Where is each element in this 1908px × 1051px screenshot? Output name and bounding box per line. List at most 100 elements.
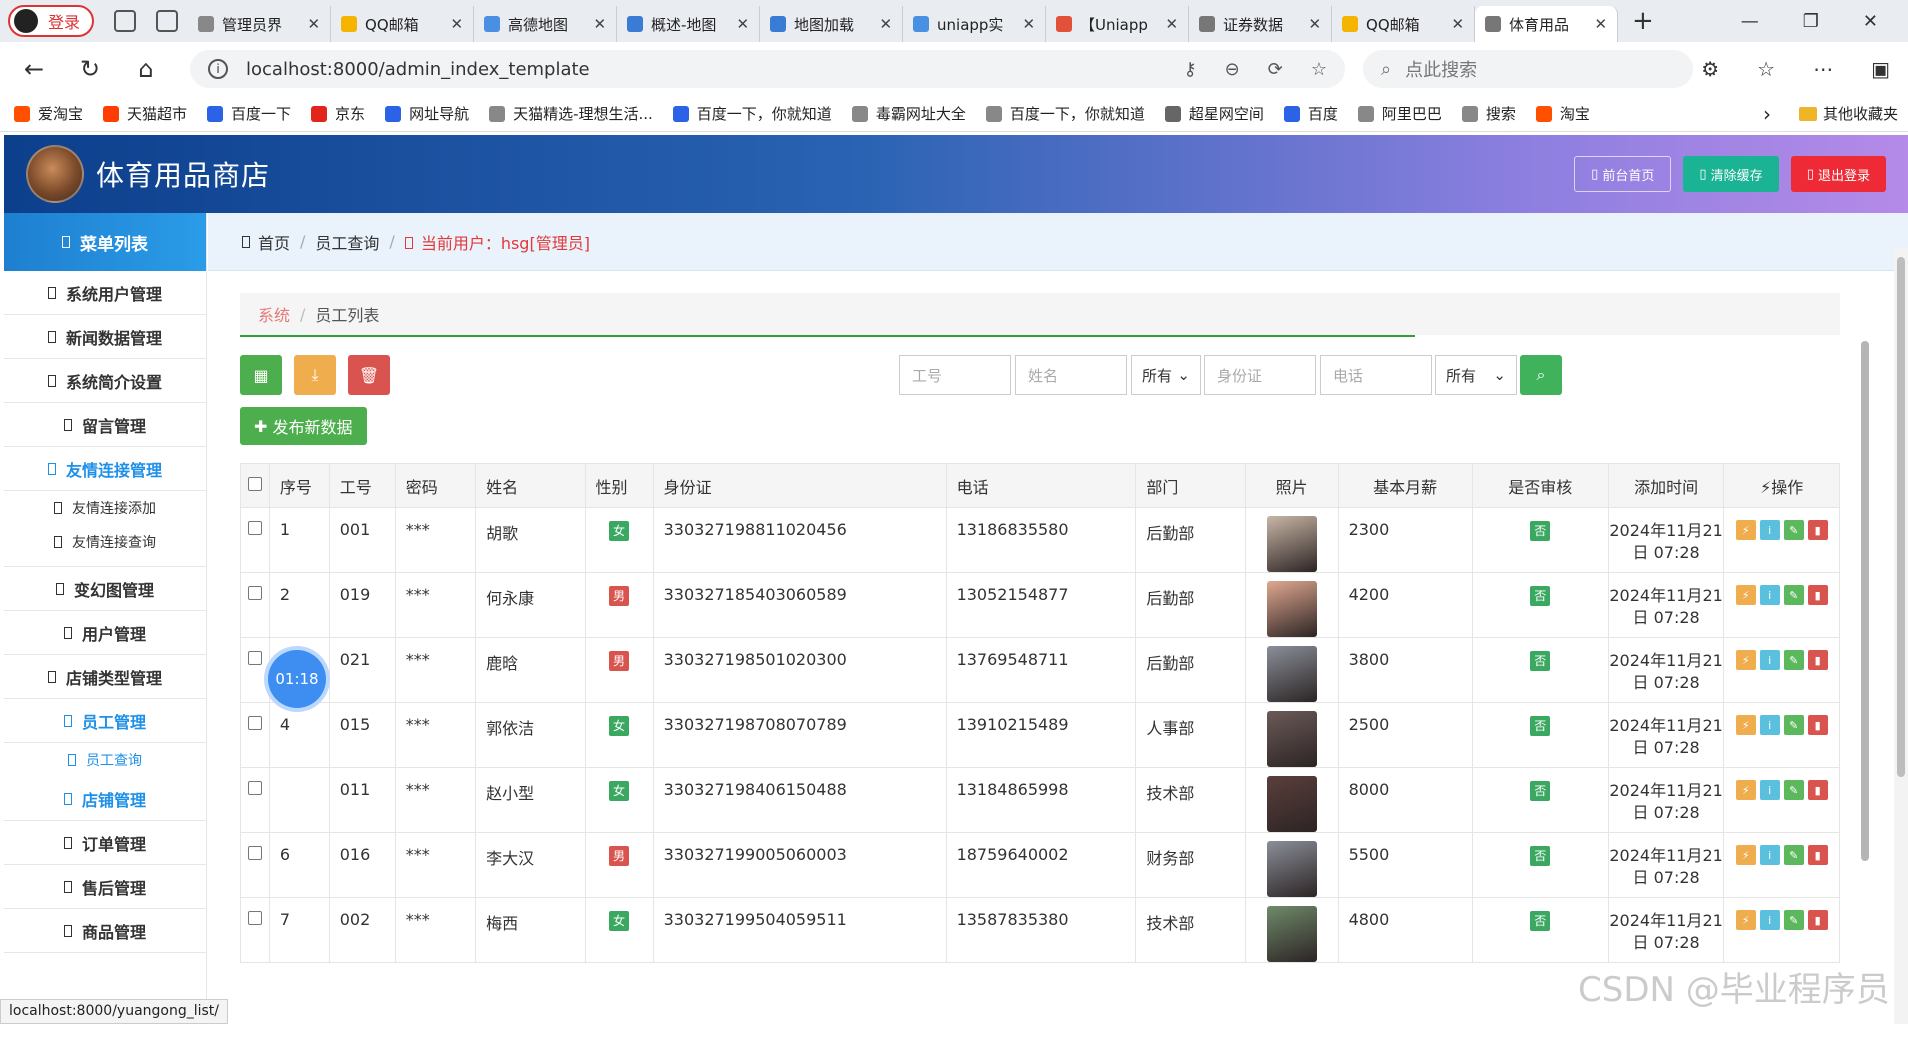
import-button[interactable]: ⤓ (294, 355, 336, 395)
close-tab-icon[interactable]: ✕ (736, 15, 749, 33)
audit-badge[interactable]: 否 (1530, 911, 1551, 931)
delete-icon[interactable]: ▮ (1807, 650, 1828, 670)
sidebar-item[interactable]: 留言管理 (4, 403, 206, 447)
bookmark-item[interactable]: 超星网空间 (1164, 103, 1264, 124)
employee-photo[interactable] (1266, 906, 1317, 962)
bookmark-item[interactable]: 网址导航 (385, 103, 469, 124)
close-tab-icon[interactable]: ✕ (1308, 15, 1321, 33)
bookmark-item[interactable]: 百度 (1283, 103, 1338, 124)
delete-icon[interactable]: ▮ (1807, 520, 1828, 540)
browser-tab[interactable]: uniapp实 ✕ (903, 6, 1047, 42)
delete-icon[interactable]: ▮ (1807, 845, 1828, 865)
bolt-icon[interactable]: ⚡ (1735, 715, 1756, 735)
bookmark-item[interactable]: 京东 (311, 103, 365, 124)
edit-icon[interactable]: ✎ (1783, 845, 1804, 865)
add-new-data-button[interactable]: ✚ 发布新数据 (240, 407, 367, 445)
tab-actions-icon[interactable] (156, 10, 179, 32)
site-info-icon[interactable]: i (208, 59, 228, 79)
sidebar-item[interactable]: 新闻数据管理 (4, 315, 206, 359)
bolt-icon[interactable]: ⚡ (1735, 585, 1756, 605)
search-button[interactable]: ⌕ (1520, 355, 1562, 395)
recording-timer[interactable]: 01:18 (268, 650, 326, 708)
new-tab-icon[interactable]: + (1632, 6, 1654, 36)
sidebar-item[interactable]: 订单管理 (4, 821, 206, 865)
sidebar-item[interactable]: 系统简介设置 (4, 359, 206, 403)
other-bookmarks[interactable]: 其他收藏夹 (1798, 103, 1898, 124)
row-checkbox[interactable] (247, 781, 262, 795)
bolt-icon[interactable]: ⚡ (1735, 910, 1756, 930)
bookmark-item[interactable]: 百度一下，你就知道 (672, 103, 832, 124)
crumb-system[interactable]: 系统 (258, 302, 290, 326)
idcard-input[interactable]: 身份证 (1204, 355, 1316, 395)
row-checkbox[interactable] (247, 716, 262, 730)
browser-tab[interactable]: 证券数据 ✕ (1189, 6, 1333, 42)
employee-photo[interactable] (1266, 841, 1317, 897)
select-all-checkbox[interactable] (247, 477, 262, 491)
employee-photo[interactable] (1266, 646, 1317, 702)
bookmark-item[interactable]: 阿里巴巴 (1357, 103, 1442, 124)
bolt-icon[interactable]: ⚡ (1735, 845, 1756, 865)
bookmark-item[interactable]: 百度一下，你就知道 (985, 103, 1145, 124)
maximize-icon[interactable]: ❐ (1803, 11, 1819, 32)
info-icon[interactable]: i (1759, 520, 1780, 540)
audit-badge[interactable]: 否 (1530, 781, 1551, 801)
sidebar-item[interactable]: 友情连接管理 (4, 447, 206, 491)
sidebar-toggle-icon[interactable]: ▣ (1871, 57, 1890, 81)
close-tab-icon[interactable]: ✕ (879, 15, 892, 33)
audit-badge[interactable]: 否 (1530, 521, 1551, 541)
employee-photo[interactable] (1266, 581, 1317, 637)
bookmark-item[interactable]: 天猫精选-理想生活... (489, 103, 653, 124)
bolt-icon[interactable]: ⚡ (1735, 520, 1756, 540)
gender-select[interactable]: 所有 ⌄ (1131, 355, 1201, 395)
logout-button[interactable]: ▯ 退出登录 (1790, 156, 1886, 192)
delete-icon[interactable]: ▮ (1807, 780, 1828, 800)
close-tab-icon[interactable]: ✕ (1165, 15, 1178, 33)
sidebar-item[interactable]: 员工查询 (4, 743, 206, 777)
close-tab-icon[interactable]: ✕ (1594, 15, 1607, 33)
more-menu-icon[interactable]: ⋯ (1813, 57, 1833, 81)
close-tab-icon[interactable]: ✕ (450, 15, 463, 33)
browser-tab[interactable]: QQ邮箱 ✕ (1332, 6, 1476, 42)
edit-icon[interactable]: ✎ (1783, 650, 1804, 670)
refresh-page-icon[interactable]: ⟳ (1268, 59, 1283, 80)
employee-photo[interactable] (1266, 711, 1317, 767)
breadcrumb-page[interactable]: 员工查询 (315, 230, 379, 254)
home-icon[interactable]: ⌂ (124, 55, 168, 83)
row-checkbox[interactable] (247, 911, 262, 925)
sidebar-item[interactable]: 售后管理 (4, 865, 206, 909)
frontend-home-button[interactable]: ▯ 前台首页 (1574, 156, 1672, 192)
browser-tab[interactable]: 体育用品 ✕ (1475, 6, 1619, 42)
employee-id-input[interactable]: 工号 (899, 355, 1011, 395)
bookmark-item[interactable]: 淘宝 (1535, 103, 1590, 124)
batch-delete-button[interactable]: 🗑 (348, 355, 390, 395)
export-excel-button[interactable]: ▦ (240, 355, 282, 395)
address-bar[interactable]: i localhost:8000/admin_index_template ⚷ … (190, 50, 1345, 88)
department-select[interactable]: 所有 ⌄ (1435, 355, 1517, 395)
sidebar-item[interactable]: 员工管理 (4, 699, 206, 743)
close-window-icon[interactable]: ✕ (1863, 11, 1878, 32)
extensions-icon[interactable]: ⚙ (1701, 57, 1719, 81)
browser-tab[interactable]: 地图加载 ✕ (760, 6, 904, 42)
delete-icon[interactable]: ▮ (1807, 715, 1828, 735)
close-tab-icon[interactable]: ✕ (1451, 15, 1464, 33)
info-icon[interactable]: i (1759, 650, 1780, 670)
row-checkbox[interactable] (247, 846, 262, 860)
edit-icon[interactable]: ✎ (1783, 715, 1804, 735)
bookmark-item[interactable]: 爱淘宝 (14, 103, 83, 124)
clear-cache-button[interactable]: ▯ 清除缓存 (1683, 156, 1779, 192)
sidebar-item[interactable]: 友情连接添加 (4, 491, 206, 525)
close-tab-icon[interactable]: ✕ (1022, 15, 1035, 33)
employee-photo[interactable] (1266, 776, 1317, 832)
reload-icon[interactable]: ↻ (68, 55, 112, 83)
bookmark-item[interactable]: 毒霸网址大全 (851, 103, 966, 124)
name-input[interactable]: 姓名 (1015, 355, 1127, 395)
close-tab-icon[interactable]: ✕ (593, 15, 606, 33)
row-checkbox[interactable] (247, 586, 262, 600)
page-scrollbar[interactable] (1894, 247, 1908, 1024)
info-icon[interactable]: i (1759, 715, 1780, 735)
edit-icon[interactable]: ✎ (1783, 910, 1804, 930)
breadcrumb-home[interactable]: 首页 (258, 230, 290, 254)
sidebar-item[interactable]: 店铺管理 (4, 777, 206, 821)
browser-tab[interactable]: QQ邮箱 ✕ (331, 6, 475, 42)
audit-badge[interactable]: 否 (1530, 651, 1551, 671)
